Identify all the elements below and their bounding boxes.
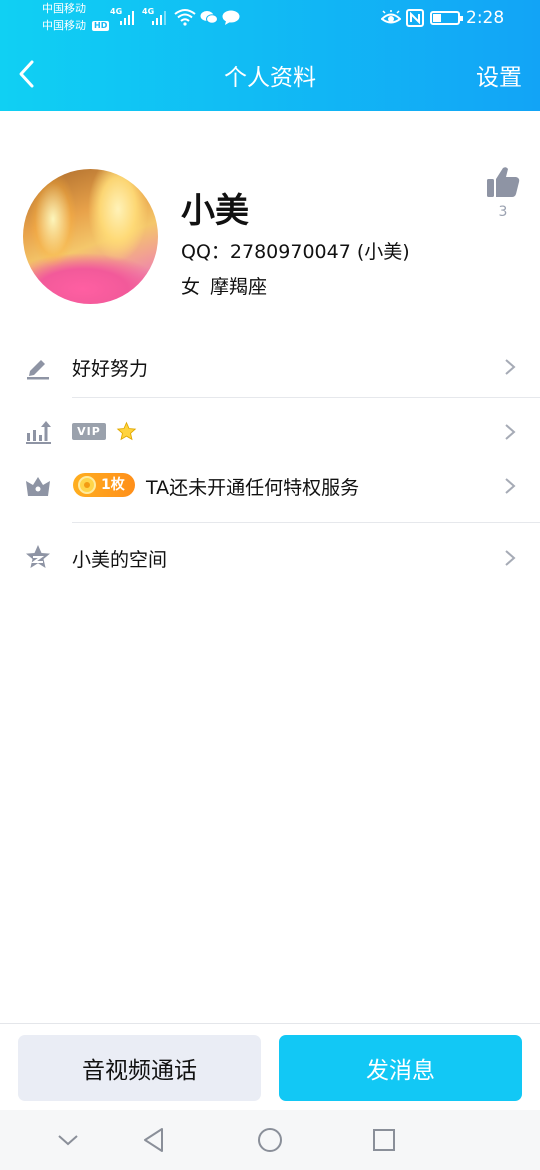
nfc-icon: [406, 9, 424, 27]
message-icon: [222, 10, 240, 25]
chevron-right-icon: [505, 359, 516, 375]
qq-number: QQ：2780970047 (小美): [181, 241, 410, 263]
thumbs-up-icon: [487, 167, 520, 197]
gender: 女: [181, 276, 201, 298]
signature-label: 好好努力: [72, 358, 149, 380]
back-triangle-icon[interactable]: [140, 1126, 168, 1154]
vip-row[interactable]: VIP: [0, 401, 540, 461]
zodiac: 摩羯座: [210, 276, 268, 298]
chevron-right-icon: [505, 478, 516, 494]
star-icon: [116, 421, 137, 441]
header: 中国移动 中国移动 HD 4G 4G 2:28 个人资料 设置: [0, 0, 540, 111]
call-button[interactable]: 音视频通话: [18, 1035, 261, 1101]
nav-bar: 个人资料 设置: [0, 38, 540, 111]
avatar[interactable]: [23, 169, 158, 304]
settings-button[interactable]: 设置: [476, 58, 522, 92]
page-title: 个人资料: [224, 65, 316, 91]
qzone-star-icon: [26, 545, 50, 568]
divider: [72, 522, 540, 523]
space-label: 小美的空间: [72, 549, 168, 571]
home-circle-icon[interactable]: [256, 1126, 284, 1154]
level-up-chart-icon: [26, 421, 51, 444]
chevron-down-icon[interactable]: [54, 1126, 82, 1154]
crown-icon: [26, 477, 50, 496]
carrier-2: 中国移动: [42, 19, 86, 32]
profile-name: 小美: [181, 191, 249, 231]
wechat-icon: [200, 11, 218, 24]
pencil-icon: [27, 360, 49, 380]
recents-square-icon[interactable]: [370, 1126, 398, 1154]
wifi-icon: [174, 9, 196, 26]
vip-badge: VIP: [72, 423, 106, 440]
coin-count: 1枚: [101, 477, 125, 493]
chevron-right-icon: [505, 424, 516, 440]
hd-badge: HD: [92, 21, 110, 31]
eye-comfort-icon: [381, 10, 401, 24]
profile-meta: 女摩羯座: [181, 272, 277, 299]
chevron-right-icon: [505, 550, 516, 566]
like-count: 3: [498, 204, 508, 220]
space-row[interactable]: 小美的空间: [0, 527, 540, 587]
status-bar: 中国移动 中国移动 HD 4G 4G 2:28: [42, 2, 505, 32]
like-button[interactable]: 3: [484, 165, 522, 225]
coin-badge: 1枚: [73, 473, 135, 497]
privilege-row[interactable]: 1枚 TA还未开通任何特权服务: [0, 455, 540, 515]
battery-icon: [430, 11, 463, 25]
system-nav-bar: [0, 1110, 540, 1170]
carrier-1: 中国移动: [42, 2, 86, 15]
privilege-label: TA还未开通任何特权服务: [146, 477, 360, 499]
action-bar: 音视频通话 发消息: [0, 1023, 540, 1110]
divider: [72, 397, 540, 398]
coin-icon: [78, 476, 96, 494]
send-message-button[interactable]: 发消息: [279, 1035, 522, 1101]
clock: 2:28: [466, 8, 505, 28]
signature-row[interactable]: 好好努力: [0, 336, 540, 396]
